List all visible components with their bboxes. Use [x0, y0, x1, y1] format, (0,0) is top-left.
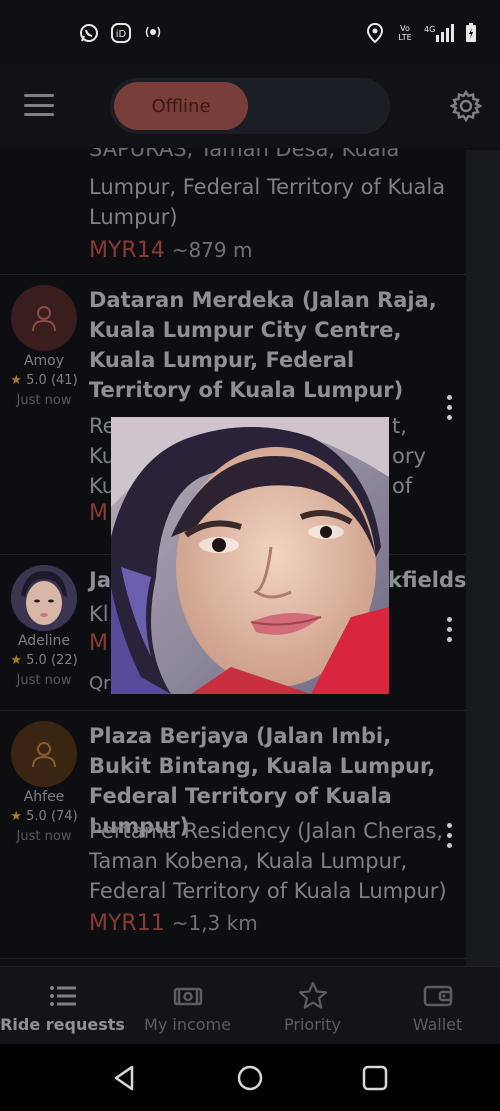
request-time: Just now: [16, 829, 72, 844]
fare-price: MYR11: [89, 911, 165, 936]
pickup-address-right: kfields): [388, 568, 477, 592]
location-broadcast-icon: [142, 22, 164, 44]
more-options-icon[interactable]: [442, 823, 456, 848]
home-icon[interactable]: [236, 1064, 264, 1092]
rating-value: 5.0: [26, 653, 47, 668]
star-icon: ★: [10, 373, 22, 388]
destination-fragment-right-2: ory of: [392, 444, 426, 498]
passenger-name: Amoy: [23, 353, 65, 369]
pickup-distance: ~879 m: [171, 238, 253, 262]
passenger-name: Ahfee: [23, 789, 65, 805]
volte-label: Vo LTE: [398, 24, 412, 42]
online-status-toggle[interactable]: Offline: [110, 78, 390, 134]
tab-label: My income: [144, 1015, 231, 1034]
rating-value: 5.0: [26, 373, 47, 388]
volte-icon: Vo LTE: [396, 22, 414, 44]
signal-4g-icon: 4G: [424, 22, 454, 44]
recents-icon[interactable]: [361, 1064, 389, 1092]
battery-icon: [464, 22, 478, 44]
passenger-photo-preview[interactable]: [111, 417, 389, 694]
list-icon: [50, 986, 76, 1006]
rating-count: (22): [50, 653, 78, 668]
settings-gear-icon[interactable]: [449, 89, 483, 123]
rating-count: (74): [50, 809, 78, 824]
rating-value: 5.0: [26, 809, 47, 824]
hamburger-menu-icon[interactable]: [24, 94, 54, 116]
avatar: [11, 565, 77, 631]
passenger-name: Adeline: [17, 633, 71, 649]
star-icon: ★: [10, 653, 22, 668]
whatsapp-icon: [78, 22, 100, 44]
location-pin-icon: [364, 22, 386, 44]
price-row: MYR11 ~1,3 km: [89, 911, 258, 936]
tab-label: Priority: [284, 1015, 341, 1034]
svg-text:iD: iD: [116, 29, 127, 40]
user-placeholder-icon: [32, 306, 56, 332]
price-row: M: [89, 631, 108, 656]
tab-label: Ride requests: [0, 1015, 125, 1034]
ride-request-item[interactable]: SAPURAS, Taman Desa, Kuala Lumpur, Feder…: [0, 148, 466, 275]
tab-wallet[interactable]: Wallet: [375, 967, 500, 1045]
fare-price: M: [89, 501, 108, 526]
tab-ride-requests[interactable]: Ride requests: [0, 967, 125, 1045]
destination-text-top: SAPURAS, Taman Desa, Kuala: [89, 148, 400, 161]
svg-text:4G: 4G: [424, 25, 435, 34]
passenger-rating: ★ 5.0 (41): [0, 373, 88, 388]
back-icon[interactable]: [110, 1064, 138, 1092]
passenger-rating: ★ 5.0 (74): [0, 809, 88, 824]
request-time: Just now: [16, 673, 72, 688]
cash-icon: [173, 987, 203, 1006]
fare-price: MYR14: [89, 238, 165, 263]
fare-price: M: [89, 631, 108, 656]
app-bar: Offline: [0, 64, 500, 148]
passenger-rating: ★ 5.0 (22): [0, 653, 88, 668]
avatar: [11, 285, 77, 351]
system-navigation-bar: [0, 1044, 500, 1111]
tab-my-income[interactable]: My income: [125, 967, 250, 1045]
offline-label[interactable]: Offline: [114, 82, 248, 130]
pickup-distance: ~1,3 km: [171, 911, 258, 935]
indrive-icon: iD: [110, 22, 132, 44]
status-bar: iD Vo LTE 4G: [0, 0, 500, 64]
bottom-navigation: Ride requests My income Priority Wallet: [0, 966, 500, 1044]
request-time: Just now: [16, 393, 72, 408]
star-icon: ★: [10, 809, 22, 824]
price-row: M: [89, 501, 108, 526]
more-options-icon[interactable]: [442, 617, 456, 642]
passenger-photo-image: [111, 417, 389, 694]
star-icon: [298, 981, 328, 1009]
ride-request-item[interactable]: Ahfee ★ 5.0 (74) Just now Plaza Berjaya …: [0, 711, 466, 959]
destination-text: Lumpur, Federal Territory of Kuala Lumpu…: [89, 175, 446, 229]
scrollbar-track[interactable]: [466, 150, 500, 966]
rating-count: (41): [50, 373, 78, 388]
tab-priority[interactable]: Priority: [250, 967, 375, 1045]
tab-label: Wallet: [412, 1015, 463, 1034]
passenger-photo: [11, 565, 77, 631]
avatar: [11, 721, 77, 787]
destination-address: Pertama Residency (Jalan Cheras, Taman K…: [89, 819, 447, 903]
user-placeholder-icon: [32, 742, 56, 768]
more-options-icon[interactable]: [442, 395, 456, 420]
pickup-address: Dataran Merdeka (Jalan Raja, Kuala Lumpu…: [89, 288, 437, 402]
price-row: MYR14 ~879 m: [89, 238, 252, 263]
wallet-icon: [423, 985, 453, 1007]
